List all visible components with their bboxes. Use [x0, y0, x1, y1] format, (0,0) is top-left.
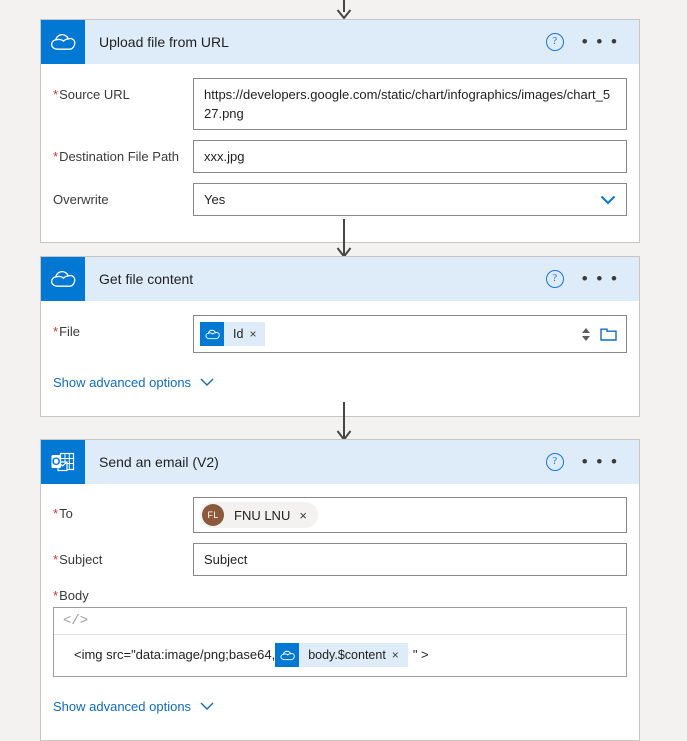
outlook-icon: O — [41, 440, 85, 484]
person-chip[interactable]: FL FNU LNU × — [200, 502, 318, 528]
spinner-down-icon[interactable] — [582, 335, 590, 341]
card-get-file-content[interactable]: Get file content ? • • • *File Id × Show… — [40, 256, 640, 417]
body-code-suffix: " > — [412, 647, 429, 662]
overwrite-dropdown[interactable]: Yes — [193, 183, 627, 216]
field-row-source-url: *Source URL https://developers.google.co… — [41, 64, 639, 130]
subject-input[interactable]: Subject — [193, 543, 627, 576]
spinner-arrows-icon[interactable] — [582, 327, 590, 341]
destination-file-path-input[interactable]: xxx.jpg — [193, 140, 627, 173]
body-editor[interactable]: </> <img src="data:image/png;base64, bod… — [53, 607, 627, 677]
card-header-upload[interactable]: Upload file from URL ? • • • — [41, 20, 639, 64]
required-mark: * — [53, 552, 59, 567]
required-mark: * — [53, 324, 59, 339]
required-mark: * — [53, 588, 59, 603]
person-remove-icon[interactable]: × — [299, 506, 314, 525]
body-editor-toolbar: </> — [54, 608, 626, 635]
to-input[interactable]: FL FNU LNU × — [193, 497, 627, 533]
person-name: FNU LNU — [234, 507, 291, 523]
token-chip-id[interactable]: Id × — [200, 322, 266, 346]
card-body-upload: *Source URL https://developers.google.co… — [41, 64, 639, 242]
onedrive-icon — [200, 322, 224, 346]
onedrive-icon — [275, 643, 300, 667]
required-mark: * — [53, 506, 59, 521]
card-body-send-email: *To FL FNU LNU × *Subject Subject *Body … — [41, 484, 639, 714]
token-label: body.$content — [308, 648, 386, 662]
label-body: *Body — [53, 588, 89, 603]
show-advanced-options-label: Show advanced options — [53, 375, 192, 390]
field-row-to: *To FL FNU LNU × — [41, 484, 639, 533]
more-options-icon[interactable]: • • • — [582, 453, 619, 470]
label-destination-file-path: *Destination File Path — [53, 149, 180, 164]
chevron-down-icon[interactable] — [200, 699, 214, 714]
field-row-body: *Body </> <img src="data:image/png;base6… — [41, 576, 639, 677]
card-title-get-file: Get file content — [99, 271, 194, 287]
file-input[interactable]: Id × — [193, 315, 627, 353]
card-send-an-email[interactable]: O Send an email (V2) ? • • • *To FL FNU … — [40, 439, 640, 741]
required-mark: * — [53, 87, 59, 102]
field-row-destination-file-path: *Destination File Path xxx.jpg — [41, 130, 639, 173]
arrow-get-file-to-send-email — [0, 402, 687, 442]
source-url-input[interactable]: https://developers.google.com/static/cha… — [193, 78, 627, 130]
help-icon[interactable]: ? — [545, 453, 564, 471]
flow-designer-canvas: Upload file from URL ? • • • *Source URL… — [0, 0, 687, 741]
label-subject: *Subject — [53, 552, 103, 567]
field-row-subject: *Subject Subject — [41, 533, 639, 576]
more-options-icon[interactable]: • • • — [582, 33, 619, 50]
file-input-controls — [582, 327, 626, 342]
onedrive-icon — [41, 257, 85, 301]
help-icon[interactable]: ? — [545, 270, 564, 288]
label-to: *To — [53, 506, 73, 521]
label-file: *File — [53, 324, 81, 339]
folder-icon[interactable] — [600, 327, 617, 342]
body-editor-content[interactable]: <img src="data:image/png;base64, body.$c… — [54, 635, 626, 676]
help-icon[interactable]: ? — [545, 33, 564, 51]
chevron-down-icon[interactable] — [600, 195, 616, 205]
more-options-icon[interactable]: • • • — [582, 270, 619, 287]
body-code-prefix: <img src="data:image/png;base64, — [74, 647, 276, 662]
token-label: Id — [233, 326, 244, 341]
label-source-url: *Source URL — [53, 87, 130, 102]
label-overwrite: Overwrite — [53, 192, 109, 207]
token-remove-icon[interactable]: × — [392, 643, 408, 667]
spinner-up-icon[interactable] — [582, 327, 590, 333]
token-remove-icon[interactable]: × — [249, 325, 265, 344]
required-mark: * — [53, 149, 59, 164]
card-header-actions-upload: ? • • • — [545, 33, 619, 51]
code-view-icon[interactable]: </> — [63, 613, 88, 629]
card-body-get-file: *File Id × Show advanced options — [41, 301, 639, 390]
chevron-down-icon[interactable] — [200, 375, 214, 390]
field-row-file: *File Id × — [41, 301, 639, 353]
show-advanced-options-label: Show advanced options — [53, 699, 192, 714]
avatar: FL — [202, 504, 224, 526]
card-title-send-email: Send an email (V2) — [99, 454, 219, 470]
token-chip-body-content[interactable]: body.$content × — [275, 643, 408, 667]
card-title-upload: Upload file from URL — [99, 34, 229, 50]
card-header-get-file[interactable]: Get file content ? • • • — [41, 257, 639, 301]
show-advanced-options-get-file[interactable]: Show advanced options — [41, 375, 226, 390]
card-header-actions-get-file: ? • • • — [545, 270, 619, 288]
card-header-actions-send-email: ? • • • — [545, 453, 619, 471]
svg-text:O: O — [52, 456, 61, 468]
overwrite-value: Yes — [204, 192, 226, 207]
card-upload-file-from-url[interactable]: Upload file from URL ? • • • *Source URL… — [40, 19, 640, 243]
show-advanced-options-send-email[interactable]: Show advanced options — [41, 699, 226, 714]
arrow-upload-to-get-file — [0, 219, 687, 259]
card-header-send-email[interactable]: O Send an email (V2) ? • • • — [41, 440, 639, 484]
onedrive-icon — [41, 20, 85, 64]
arrow-to-upload-file — [0, 0, 687, 20]
